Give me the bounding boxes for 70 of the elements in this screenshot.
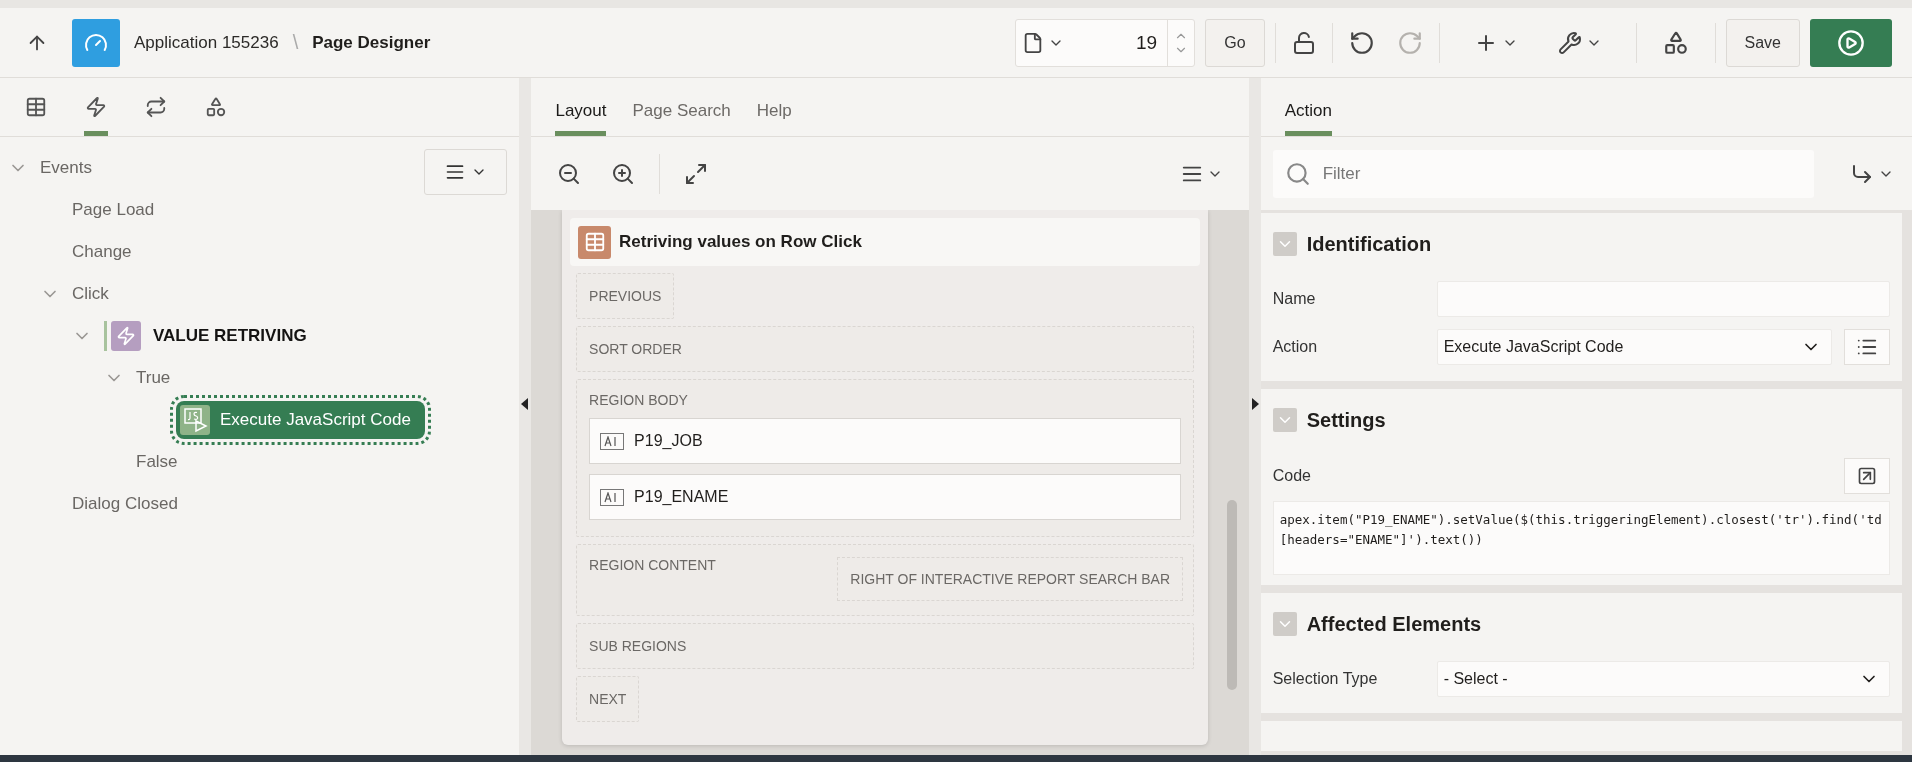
collapse-toggle[interactable]: [1272, 408, 1297, 432]
field-label: Code: [1272, 467, 1312, 485]
item-name: P19_ENAME: [634, 488, 729, 506]
search-icon: [1284, 160, 1311, 187]
field-label: Selection Type: [1272, 670, 1379, 688]
dynamic-action-node[interactable]: VALUE RETRIVING: [104, 321, 307, 351]
collapse-toggle[interactable]: [1272, 612, 1297, 636]
menu-button[interactable]: [424, 149, 508, 195]
go-button[interactable]: Go: [1205, 18, 1265, 67]
page-title: Page Designer: [312, 32, 431, 53]
group-title: Settings: [1306, 408, 1386, 432]
tree-item[interactable]: Change: [72, 242, 132, 262]
scrollbar[interactable]: [1226, 500, 1237, 690]
search-bar-position: RIGHT OF INTERACTIVE REPORT SEARCH BAR: [837, 557, 1184, 601]
app-icon[interactable]: [72, 18, 120, 67]
group-title: Affected Elements: [1306, 612, 1482, 636]
menu-icon: [444, 162, 465, 182]
tab[interactable]: Layout: [555, 78, 607, 136]
position-label: SORT ORDER: [589, 341, 683, 357]
position-label: NEXT: [589, 691, 627, 707]
code-editor[interactable]: apex.item("P19_ENAME").setValue($(this.triggeringElement).closest('tr').find('td[headers="ENAME"]').text()): [1272, 501, 1890, 575]
tree-item[interactable]: False: [136, 452, 178, 472]
zoom-out-icon: [557, 161, 582, 186]
expand-icon: [1857, 466, 1877, 486]
tree-item[interactable]: Events: [40, 158, 92, 178]
tab[interactable]: Action: [1284, 78, 1332, 136]
select-value: Execute JavaScript Code: [1443, 338, 1624, 356]
wrench-icon: [1557, 30, 1582, 55]
tree-item[interactable]: Page Load: [72, 200, 155, 220]
shapes-icon: [1662, 29, 1689, 56]
tab[interactable]: Page Search: [632, 78, 731, 136]
position-label: PREVIOUS: [589, 288, 662, 304]
script-run-icon: [180, 405, 210, 435]
tree-item[interactable]: True: [136, 368, 171, 388]
lightning-icon: [111, 321, 141, 351]
report-icon: [578, 225, 612, 259]
zoom-in-icon: [611, 161, 636, 186]
position-label: REGION BODY: [589, 392, 689, 408]
page-number: 19: [1135, 31, 1159, 54]
tree-item[interactable]: Dialog Closed: [72, 494, 178, 514]
tree-item[interactable]: Click: [72, 284, 109, 304]
undo-icon: [1348, 29, 1375, 56]
region-title[interactable]: Retriving values on Row Click: [619, 232, 862, 252]
list-button[interactable]: [1844, 329, 1890, 365]
page-selector[interactable]: 19: [1015, 18, 1196, 67]
filter-field[interactable]: Filter: [1272, 149, 1814, 198]
position-label: SUB REGIONS: [589, 638, 688, 654]
breadcrumb-separator: \: [292, 31, 299, 54]
run-button[interactable]: [1810, 18, 1892, 67]
expand-icon: [684, 161, 709, 186]
group-title: Identification: [1306, 232, 1432, 256]
field-label: Name: [1272, 290, 1317, 308]
position-label: REGION CONTENT: [589, 557, 716, 573]
expand-button[interactable]: [1844, 458, 1890, 494]
select-field[interactable]: Execute JavaScript Code: [1436, 329, 1832, 365]
select-field[interactable]: - Select -: [1436, 661, 1890, 697]
play-icon: [1837, 28, 1865, 57]
collapse-toggle[interactable]: [1272, 232, 1297, 256]
tab[interactable]: Help: [756, 78, 792, 136]
field-label: Action: [1272, 338, 1319, 356]
save-button[interactable]: Save: [1725, 18, 1800, 67]
text-field-icon: [600, 432, 625, 450]
app-name[interactable]: Application 155236: [134, 32, 279, 53]
page-item[interactable]: P19_ENAME: [589, 474, 1182, 520]
redo-icon: [1396, 29, 1423, 56]
unlocked-icon: [1291, 30, 1316, 55]
page-item[interactable]: P19_JOB: [589, 418, 1182, 464]
text-field-icon: [600, 488, 625, 506]
item-name: P19_JOB: [634, 432, 703, 450]
select-value: - Select -: [1443, 670, 1508, 688]
